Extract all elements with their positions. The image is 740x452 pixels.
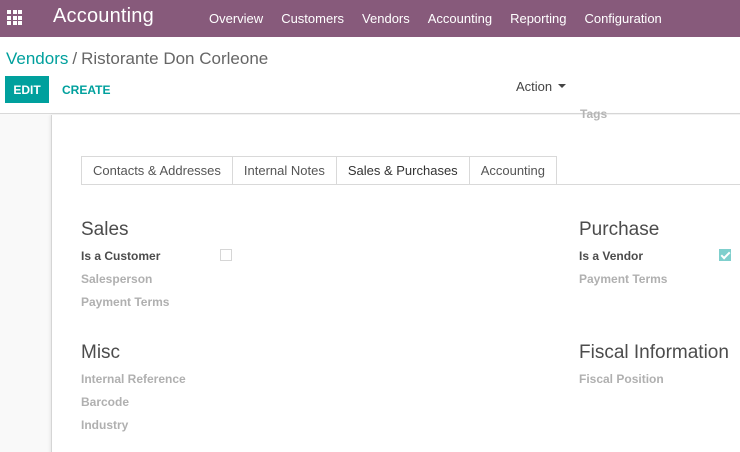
menu-item-vendors[interactable]: Vendors bbox=[353, 11, 419, 26]
menu-item-reporting[interactable]: Reporting bbox=[501, 11, 575, 26]
create-button[interactable]: CREATE bbox=[55, 76, 117, 103]
breadcrumb-current: Ristorante Don Corleone bbox=[81, 49, 269, 68]
is-vendor-checkbox[interactable] bbox=[719, 249, 731, 261]
menu-item-overview[interactable]: Overview bbox=[200, 11, 272, 26]
salesperson-label: Salesperson bbox=[81, 272, 153, 286]
app-brand-title[interactable]: Accounting bbox=[53, 5, 154, 28]
industry-label: Industry bbox=[81, 418, 129, 432]
breadcrumb: Vendors / Ristorante Don Corleone bbox=[6, 49, 268, 69]
tabs-divider bbox=[81, 184, 740, 185]
menu-item-customers[interactable]: Customers bbox=[272, 11, 353, 26]
tab-sales-purchases[interactable]: Sales & Purchases bbox=[335, 156, 469, 185]
breadcrumb-vendors-link[interactable]: Vendors bbox=[6, 49, 68, 68]
tab-accounting[interactable]: Accounting bbox=[468, 156, 558, 185]
fiscal-position-label: Fiscal Position bbox=[579, 372, 664, 386]
apps-grid-icon[interactable] bbox=[7, 10, 22, 25]
purchase-payment-terms-label: Payment Terms bbox=[579, 272, 668, 286]
form-sheet: Tags Contacts & Addresses Internal Notes… bbox=[51, 107, 740, 452]
sales-payment-terms-label: Payment Terms bbox=[81, 295, 170, 309]
is-vendor-label: Is a Vendor bbox=[579, 249, 644, 263]
sales-group-title: Sales bbox=[81, 219, 129, 240]
tab-internal-notes[interactable]: Internal Notes bbox=[231, 156, 336, 185]
action-dropdown[interactable]: Action bbox=[516, 77, 567, 95]
internal-reference-label: Internal Reference bbox=[81, 372, 186, 386]
is-customer-label: Is a Customer bbox=[81, 249, 161, 263]
main-menu: Overview Customers Vendors Accounting Re… bbox=[200, 0, 671, 37]
is-customer-checkbox[interactable] bbox=[220, 249, 232, 261]
barcode-label: Barcode bbox=[81, 395, 130, 409]
action-dropdown-label: Action bbox=[516, 78, 553, 94]
edit-button[interactable]: EDIT bbox=[5, 76, 49, 103]
notebook-tabs: Contacts & Addresses Internal Notes Sale… bbox=[81, 156, 558, 185]
caret-down-icon bbox=[558, 84, 567, 88]
tab-contacts-addresses[interactable]: Contacts & Addresses bbox=[81, 156, 232, 185]
misc-group-title: Misc bbox=[81, 342, 121, 363]
menu-item-accounting[interactable]: Accounting bbox=[419, 11, 501, 26]
purchase-group-title: Purchase bbox=[579, 219, 660, 240]
menu-item-configuration[interactable]: Configuration bbox=[575, 11, 670, 26]
top-navbar: Accounting Overview Customers Vendors Ac… bbox=[0, 0, 740, 37]
fiscal-group-title: Fiscal Information bbox=[579, 342, 729, 363]
control-panel: Vendors / Ristorante Don Corleone EDIT CRE… bbox=[0, 37, 740, 114]
tags-label: Tags bbox=[580, 107, 608, 121]
breadcrumb-separator: / bbox=[72, 49, 78, 68]
